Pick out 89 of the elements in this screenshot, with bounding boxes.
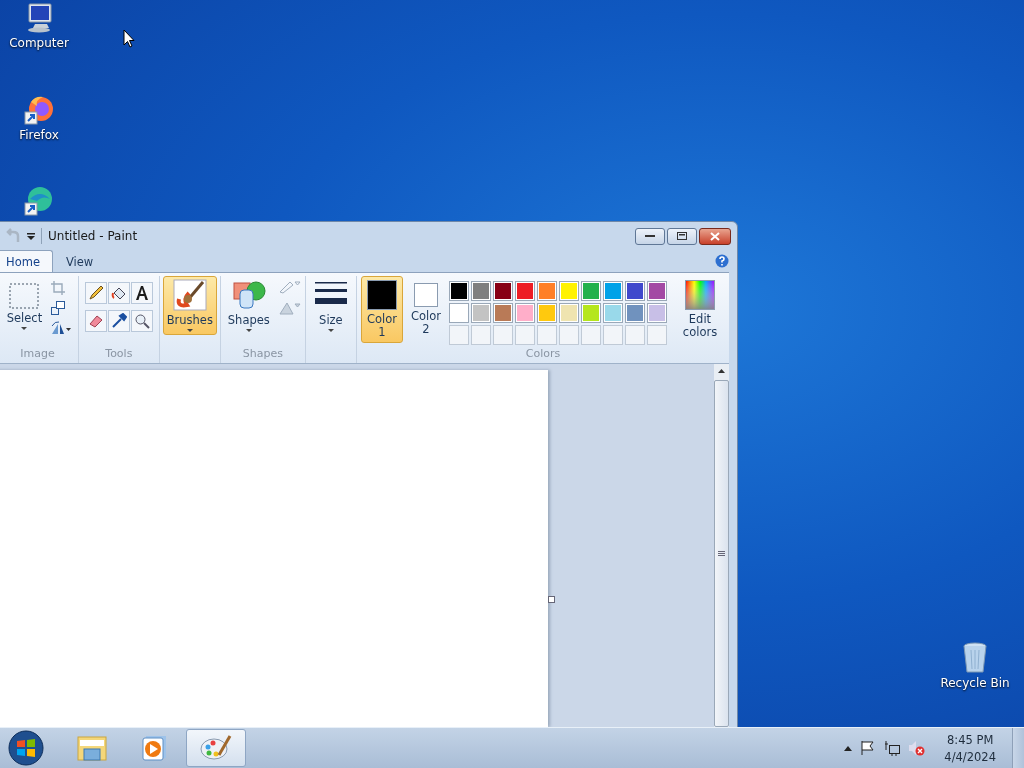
palette-color[interactable] <box>603 303 623 323</box>
grip-icon <box>718 551 725 556</box>
color-picker-icon[interactable] <box>107 310 130 332</box>
empty-color-slot[interactable] <box>603 325 623 345</box>
minimize-icon <box>645 234 655 238</box>
caret-icon[interactable] <box>27 232 35 240</box>
resize-handle[interactable] <box>548 596 555 603</box>
palette-color[interactable] <box>581 303 601 323</box>
palette-color[interactable] <box>493 303 513 323</box>
resize-icon[interactable] <box>50 300 67 316</box>
close-button[interactable] <box>699 227 731 245</box>
scroll-up-icon[interactable] <box>718 369 725 373</box>
vertical-scrollbar[interactable] <box>714 364 729 727</box>
brushes-button[interactable]: Brushes <box>162 276 217 335</box>
text-icon[interactable] <box>130 282 153 304</box>
palette-color[interactable] <box>647 303 667 323</box>
empty-color-slot[interactable] <box>537 325 557 345</box>
empty-color-slot[interactable] <box>515 325 535 345</box>
brush-icon <box>172 279 207 311</box>
desktop-icon-label[interactable]: Firefox <box>19 128 59 142</box>
palette-icon <box>199 733 233 763</box>
group-label: Image <box>20 347 55 362</box>
palette-color[interactable] <box>515 281 535 301</box>
shapes-icon <box>231 279 266 311</box>
edge-icon <box>23 185 55 217</box>
palette-color[interactable] <box>625 303 645 323</box>
recycle-bin-icon <box>962 642 988 674</box>
fill-bucket-icon[interactable] <box>107 282 130 304</box>
flag-icon[interactable] <box>860 740 877 756</box>
empty-color-slot[interactable] <box>559 325 579 345</box>
palette-color[interactable] <box>647 281 667 301</box>
palette-color[interactable] <box>515 303 535 323</box>
palette-color[interactable] <box>449 303 469 323</box>
color-spectrum-icon <box>685 280 715 310</box>
palette-color[interactable] <box>449 281 469 301</box>
size-button[interactable]: Size <box>309 276 352 335</box>
folder-icon <box>76 734 108 762</box>
empty-color-slot[interactable] <box>647 325 667 345</box>
show-desktop-button[interactable] <box>1012 728 1024 768</box>
shapes-button[interactable]: Shapes <box>223 276 274 335</box>
desktop-icon-label[interactable]: Recycle Bin <box>940 676 1010 690</box>
mouse-pointer-icon <box>123 29 135 48</box>
palette-color[interactable] <box>559 303 579 323</box>
taskbar-app-button[interactable] <box>186 729 246 767</box>
minimize-button[interactable] <box>635 227 665 245</box>
magnifier-icon[interactable] <box>130 310 153 332</box>
edit-colors-button[interactable]: Edit colors <box>675 276 725 343</box>
group-label: Shapes <box>242 347 283 362</box>
help-icon[interactable] <box>715 254 729 268</box>
empty-color-slot[interactable] <box>625 325 645 345</box>
color-slot-button[interactable]: Color 2 <box>405 276 447 340</box>
palette-color[interactable] <box>581 281 601 301</box>
palette-color[interactable] <box>537 281 557 301</box>
group-label: Tools <box>105 347 133 362</box>
empty-color-slot[interactable] <box>471 325 491 345</box>
dashed-rectangle-icon <box>9 283 40 309</box>
color-slot-button[interactable]: Color 1 <box>361 276 403 343</box>
clock-date[interactable]: 4/4/2024 <box>944 749 996 764</box>
select-button[interactable]: Select <box>2 280 47 333</box>
ribbon-tab[interactable]: Home <box>0 250 53 272</box>
start-button[interactable] <box>6 728 46 768</box>
palette-color[interactable] <box>471 303 491 323</box>
show-hidden-icons-icon[interactable] <box>844 745 853 751</box>
ribbon-tab[interactable]: View <box>52 250 107 272</box>
close-icon <box>710 231 720 241</box>
palette-color[interactable] <box>471 281 491 301</box>
muted-speaker-icon[interactable] <box>908 740 927 756</box>
palette-color[interactable] <box>537 303 557 323</box>
palette-color[interactable] <box>493 281 513 301</box>
window-title: Untitled - Paint <box>48 229 139 243</box>
group-label: Colors <box>525 347 561 362</box>
fill-icon[interactable] <box>277 300 302 316</box>
maximize-button[interactable] <box>667 227 697 245</box>
eraser-icon[interactable] <box>84 310 107 332</box>
empty-color-slot[interactable] <box>493 325 513 345</box>
media-player-icon <box>140 734 168 762</box>
empty-color-slot[interactable] <box>449 325 469 345</box>
rotate-icon[interactable] <box>50 320 73 336</box>
desktop-icon-label[interactable]: Computer <box>9 36 69 50</box>
outline-icon[interactable] <box>277 278 302 294</box>
maximize-icon <box>677 232 687 240</box>
clock-time[interactable]: 8:45 PM <box>947 732 994 747</box>
palette-color[interactable] <box>559 281 579 301</box>
firefox-icon <box>23 94 55 126</box>
empty-color-slot[interactable] <box>581 325 601 345</box>
palette-color[interactable] <box>603 281 623 301</box>
network-icon[interactable] <box>884 740 901 756</box>
pencil-icon[interactable] <box>84 282 107 304</box>
palette-color[interactable] <box>625 281 645 301</box>
